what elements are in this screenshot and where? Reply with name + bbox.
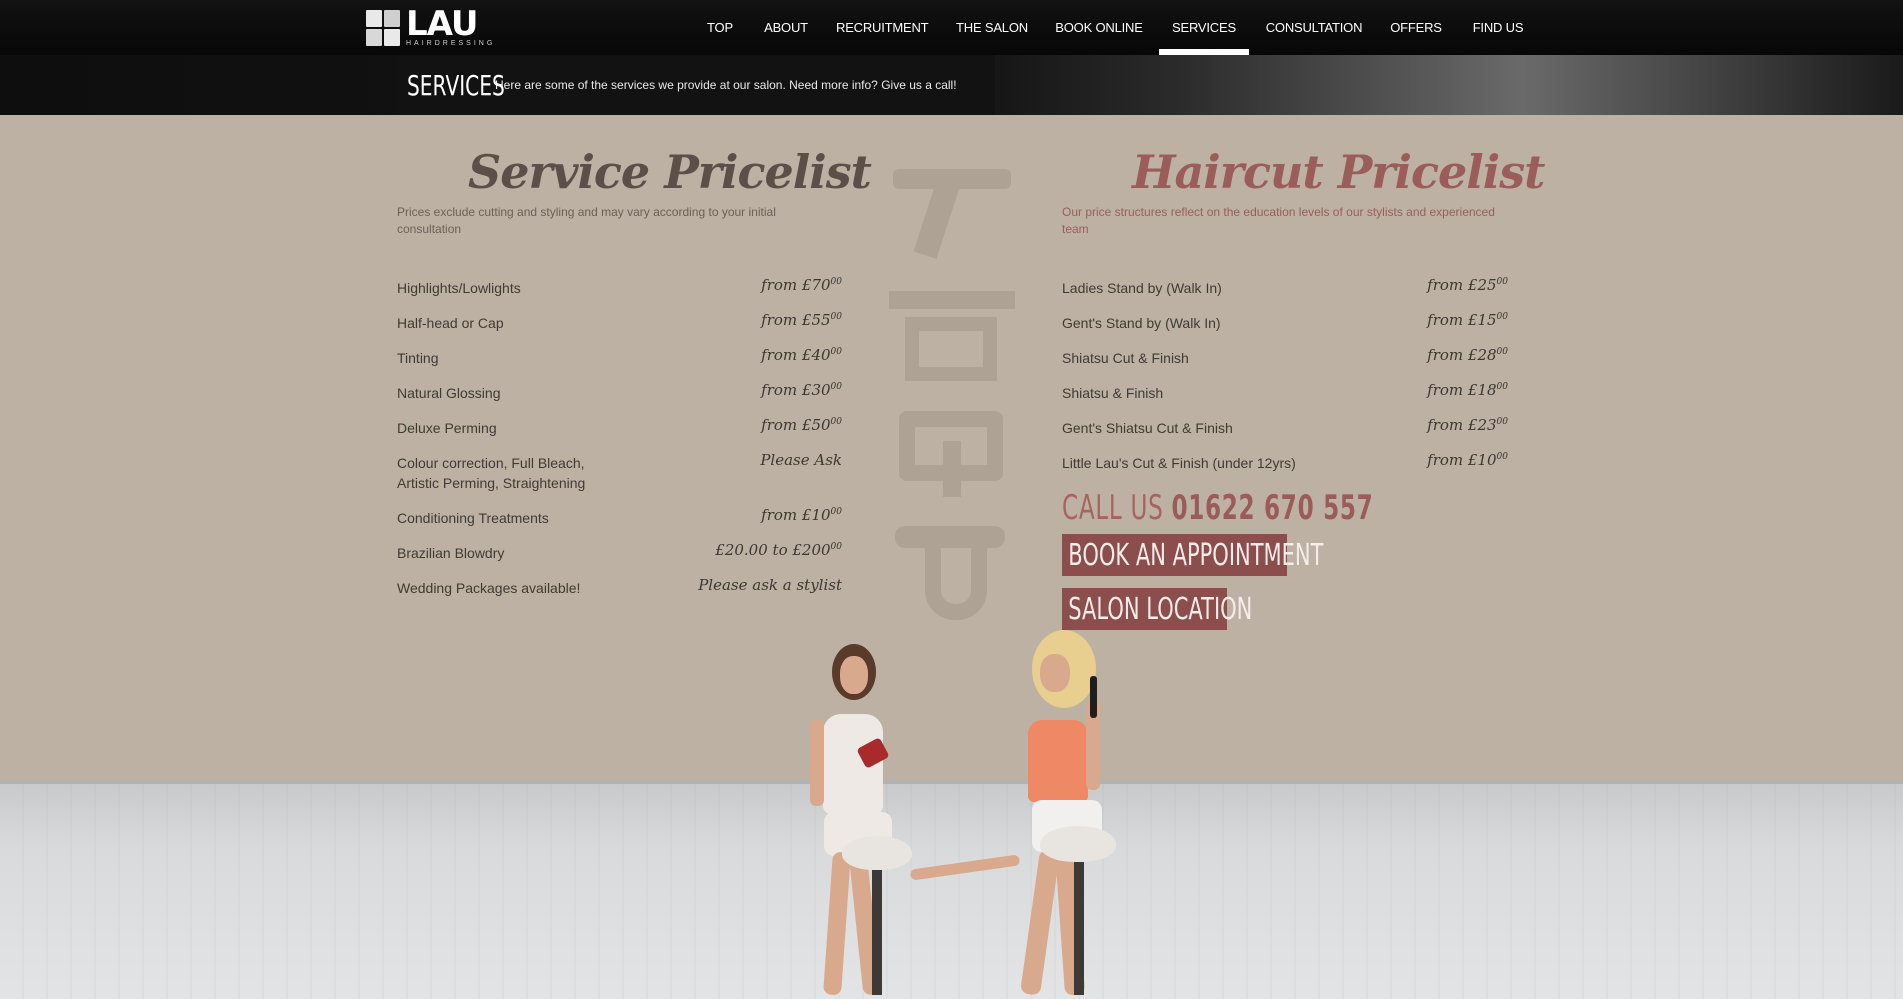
haircut-name: Gent's Shiatsu Cut & Finish bbox=[1062, 420, 1233, 436]
main-nav: TOP ABOUT RECRUITMENT THE SALON BOOK ONL… bbox=[0, 0, 1903, 55]
nav-consultation[interactable]: CONSULTATION bbox=[1262, 0, 1366, 55]
service-pricelist-note: Prices exclude cutting and styling and m… bbox=[397, 205, 776, 236]
service-price: from £4000 bbox=[761, 346, 842, 364]
book-appointment-label: BOOK AN APPOINTMENT bbox=[1068, 537, 1324, 573]
nav-recruitment[interactable]: RECRUITMENT bbox=[836, 0, 929, 55]
service-price: Please Ask bbox=[760, 451, 842, 469]
nav-find-us[interactable]: FIND US bbox=[1470, 0, 1526, 55]
service-name: Half-head or Cap bbox=[397, 315, 504, 331]
service-price: from £5000 bbox=[761, 416, 842, 434]
haircut-price: from £1500 bbox=[1427, 311, 1508, 329]
page-title: SERVICES bbox=[407, 68, 505, 102]
nav-the-salon[interactable]: THE SALON bbox=[955, 0, 1029, 55]
page-header: SERVICES Here are some of the services w… bbox=[397, 55, 995, 115]
haircut-pricelist-note: Our price structures reflect on the educ… bbox=[1062, 205, 1495, 236]
top-navbar: LAU HAIRDRESSING TOP ABOUT RECRUITMENT T… bbox=[0, 0, 1903, 55]
service-price: Please ask a stylist bbox=[698, 576, 842, 594]
haircut-name: Ladies Stand by (Walk In) bbox=[1062, 280, 1222, 296]
haircut-price: from £2300 bbox=[1427, 416, 1508, 434]
service-price: from £7000 bbox=[761, 276, 842, 294]
service-name: Wedding Packages available! bbox=[397, 580, 581, 596]
salon-location-label: SALON LOCATION bbox=[1068, 591, 1253, 627]
nav-services[interactable]: SERVICES bbox=[1159, 0, 1249, 55]
service-price: from £5500 bbox=[761, 311, 842, 329]
service-name: Deluxe Perming bbox=[397, 420, 497, 436]
nav-book-online[interactable]: BOOK ONLINE bbox=[1055, 0, 1143, 55]
haircut-price: from £2500 bbox=[1427, 276, 1508, 294]
nav-about[interactable]: ABOUT bbox=[760, 0, 812, 55]
haircut-name: Shiatsu Cut & Finish bbox=[1062, 350, 1189, 366]
call-us-phone[interactable]: CALL US 01622 670 557 bbox=[1062, 488, 1373, 528]
service-price: from £3000 bbox=[761, 381, 842, 399]
hero-models-image bbox=[740, 630, 1180, 996]
service-price: from £1000 bbox=[761, 506, 842, 524]
book-appointment-button[interactable]: BOOK AN APPOINTMENT bbox=[1062, 534, 1323, 576]
phone-number[interactable]: 01622 670 557 bbox=[1171, 488, 1373, 528]
haircut-pricelist-title: Haircut Pricelist bbox=[1132, 145, 1545, 199]
service-price: £20.00 to £20000 bbox=[715, 541, 842, 559]
haircut-name: Little Lau's Cut & Finish (under 12yrs) bbox=[1062, 455, 1296, 471]
nav-offers[interactable]: OFFERS bbox=[1388, 0, 1444, 55]
service-name: Natural Glossing bbox=[397, 385, 501, 401]
haircut-price: from £1000 bbox=[1427, 451, 1508, 469]
service-pricelist-title: Service Pricelist bbox=[468, 145, 872, 199]
haircut-price: from £2800 bbox=[1427, 346, 1508, 364]
salon-location-button[interactable]: SALON LOCATION bbox=[1062, 588, 1252, 630]
service-name: Conditioning Treatments bbox=[397, 510, 549, 526]
haircut-price: from £1800 bbox=[1427, 381, 1508, 399]
page-subtitle: Here are some of the services we provide… bbox=[495, 78, 957, 92]
haircut-name: Shiatsu & Finish bbox=[1062, 385, 1164, 401]
service-name: Colour correction, Full Bleach, Artistic… bbox=[397, 455, 586, 491]
service-name: Brazilian Blowdry bbox=[397, 545, 505, 561]
service-name: Highlights/Lowlights bbox=[397, 280, 521, 296]
haircut-name: Gent's Stand by (Walk In) bbox=[1062, 315, 1221, 331]
call-us-label: CALL US bbox=[1062, 488, 1164, 528]
nav-top[interactable]: TOP bbox=[705, 0, 735, 55]
calligraphy-decoration-icon bbox=[885, 165, 1019, 630]
service-name: Tinting bbox=[397, 350, 439, 366]
